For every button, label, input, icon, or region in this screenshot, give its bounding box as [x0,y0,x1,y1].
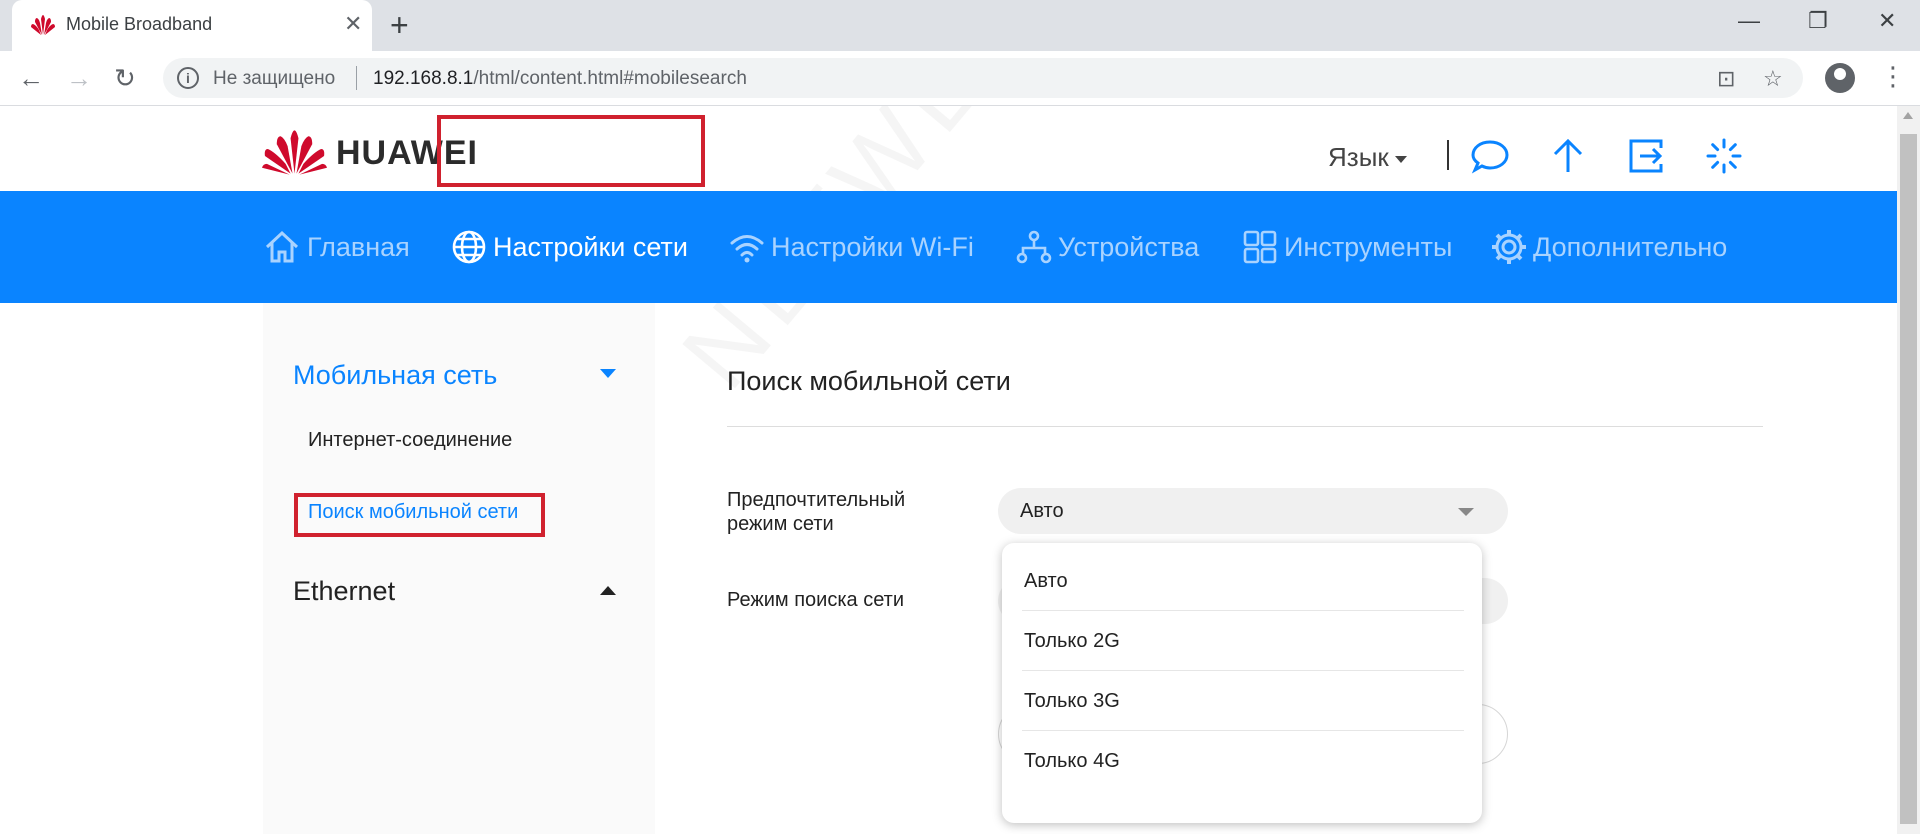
highlight-box-network-settings [437,115,705,187]
info-icon[interactable]: i [177,67,199,89]
title-divider [727,426,1763,427]
preferred-mode-label-line1: Предпочтительный [727,489,906,511]
browser-menu-icon[interactable]: ⋮ [1880,61,1906,91]
window-close-icon[interactable]: ✕ [1878,8,1896,34]
nav-devices-label: Устройства [1058,231,1200,262]
forward-icon[interactable]: → [66,63,92,93]
preferred-mode-dropdown: Авто Только 2G Только 3G Только 4G [1002,543,1482,823]
page-scrollbar[interactable] [1897,106,1920,834]
browser-tabbar: Mobile Broadband ✕ + — ❐ ✕ [0,0,1920,51]
caret-up-icon[interactable] [600,586,616,595]
dropdown-option-2g[interactable]: Только 2G [1022,611,1464,671]
language-label: Язык [1328,142,1389,172]
preferred-mode-value: Авто [1020,500,1064,522]
security-status[interactable]: Не защищено [213,68,335,90]
nav-wifi-settings-label: Настройки Wi-Fi [771,231,974,262]
reload-icon[interactable]: ↻ [114,63,136,93]
huawei-logo-icon [262,130,327,175]
globe-icon [452,230,486,264]
devices-icon [1016,230,1052,264]
logout-icon[interactable] [1626,136,1666,176]
new-tab-icon[interactable]: + [390,8,409,42]
address-divider [356,66,357,90]
back-icon[interactable]: ← [18,63,44,93]
header-divider [1447,140,1449,170]
browser-toolbar: ← → ↻ i Не защищено 192.168.8.1/html/con… [0,51,1920,106]
caret-down-icon [1458,508,1474,516]
url-text[interactable]: 192.168.8.1/html/content.html#mobilesear… [373,68,747,90]
message-icon[interactable] [1470,136,1510,176]
dropdown-option-4g[interactable]: Только 4G [1022,731,1464,791]
main-nav: Главная Настройки сети Настройки Wi-Fi У… [0,191,1897,303]
dropdown-option-3g[interactable]: Только 3G [1022,671,1464,731]
url-path: /html/content.html#mobilesearch [473,68,747,89]
search-mode-label: Режим поиска сети [727,589,905,611]
nav-network-settings[interactable]: Настройки сети [451,225,688,269]
tab-close-icon[interactable]: ✕ [344,11,362,37]
scroll-up-icon[interactable] [1903,112,1913,119]
caret-down-icon [1394,155,1407,163]
page-title: Поиск мобильной сети [727,366,1011,396]
tab-title: Mobile Broadband [66,14,213,34]
window-restore-icon[interactable]: ❐ [1808,8,1828,34]
home-icon [265,230,299,263]
highlight-box-mobile-search [294,493,545,537]
browser-tab[interactable]: Mobile Broadband ✕ [12,0,372,51]
nav-tools-label: Инструменты [1284,231,1453,262]
sidebar: Мобильная сеть Интернет-соединение Поиск… [263,303,655,834]
preferred-mode-label: Предпочтительный режим сети [727,488,905,536]
caret-down-icon[interactable] [600,369,616,378]
scrollbar-thumb[interactable] [1900,134,1917,824]
dropdown-option-auto[interactable]: Авто [1022,551,1464,611]
loading-spinner-icon [1706,138,1742,174]
router-page: NETWELL.RU HUAWEI Язык [0,106,1897,834]
profile-avatar-icon[interactable] [1825,63,1855,93]
nav-tools[interactable]: Инструменты [1242,225,1452,269]
nav-advanced[interactable]: Дополнительно [1491,225,1727,269]
url-host: 192.168.8.1 [373,68,474,89]
upload-arrow-icon[interactable] [1548,136,1588,176]
nav-network-settings-label: Настройки сети [493,231,688,262]
nav-home[interactable]: Главная [263,225,410,269]
language-selector[interactable]: Язык [1328,142,1407,173]
translate-icon[interactable]: ⊡ [1717,66,1735,92]
nav-wifi-settings[interactable]: Настройки Wi-Fi [729,225,974,269]
nav-home-label: Главная [307,231,410,262]
address-bar[interactable]: i Не защищено 192.168.8.1/html/content.h… [163,58,1803,98]
star-icon[interactable]: ☆ [1763,66,1783,92]
nav-devices[interactable]: Устройства [1016,225,1199,269]
window-minimize-icon[interactable]: — [1738,8,1760,34]
preferred-mode-select[interactable]: Авто [998,488,1508,534]
sidebar-group-mobile-network[interactable]: Мобильная сеть [293,360,497,391]
preferred-mode-label-line2: режим сети [727,513,834,535]
tools-icon [1243,230,1277,264]
sidebar-group-ethernet[interactable]: Ethernet [293,576,395,607]
gear-icon [1492,230,1526,264]
wifi-icon [730,235,764,263]
sidebar-item-internet-connection[interactable]: Интернет-соединение [308,429,512,452]
nav-advanced-label: Дополнительно [1533,231,1728,262]
huawei-favicon-icon [31,15,55,35]
